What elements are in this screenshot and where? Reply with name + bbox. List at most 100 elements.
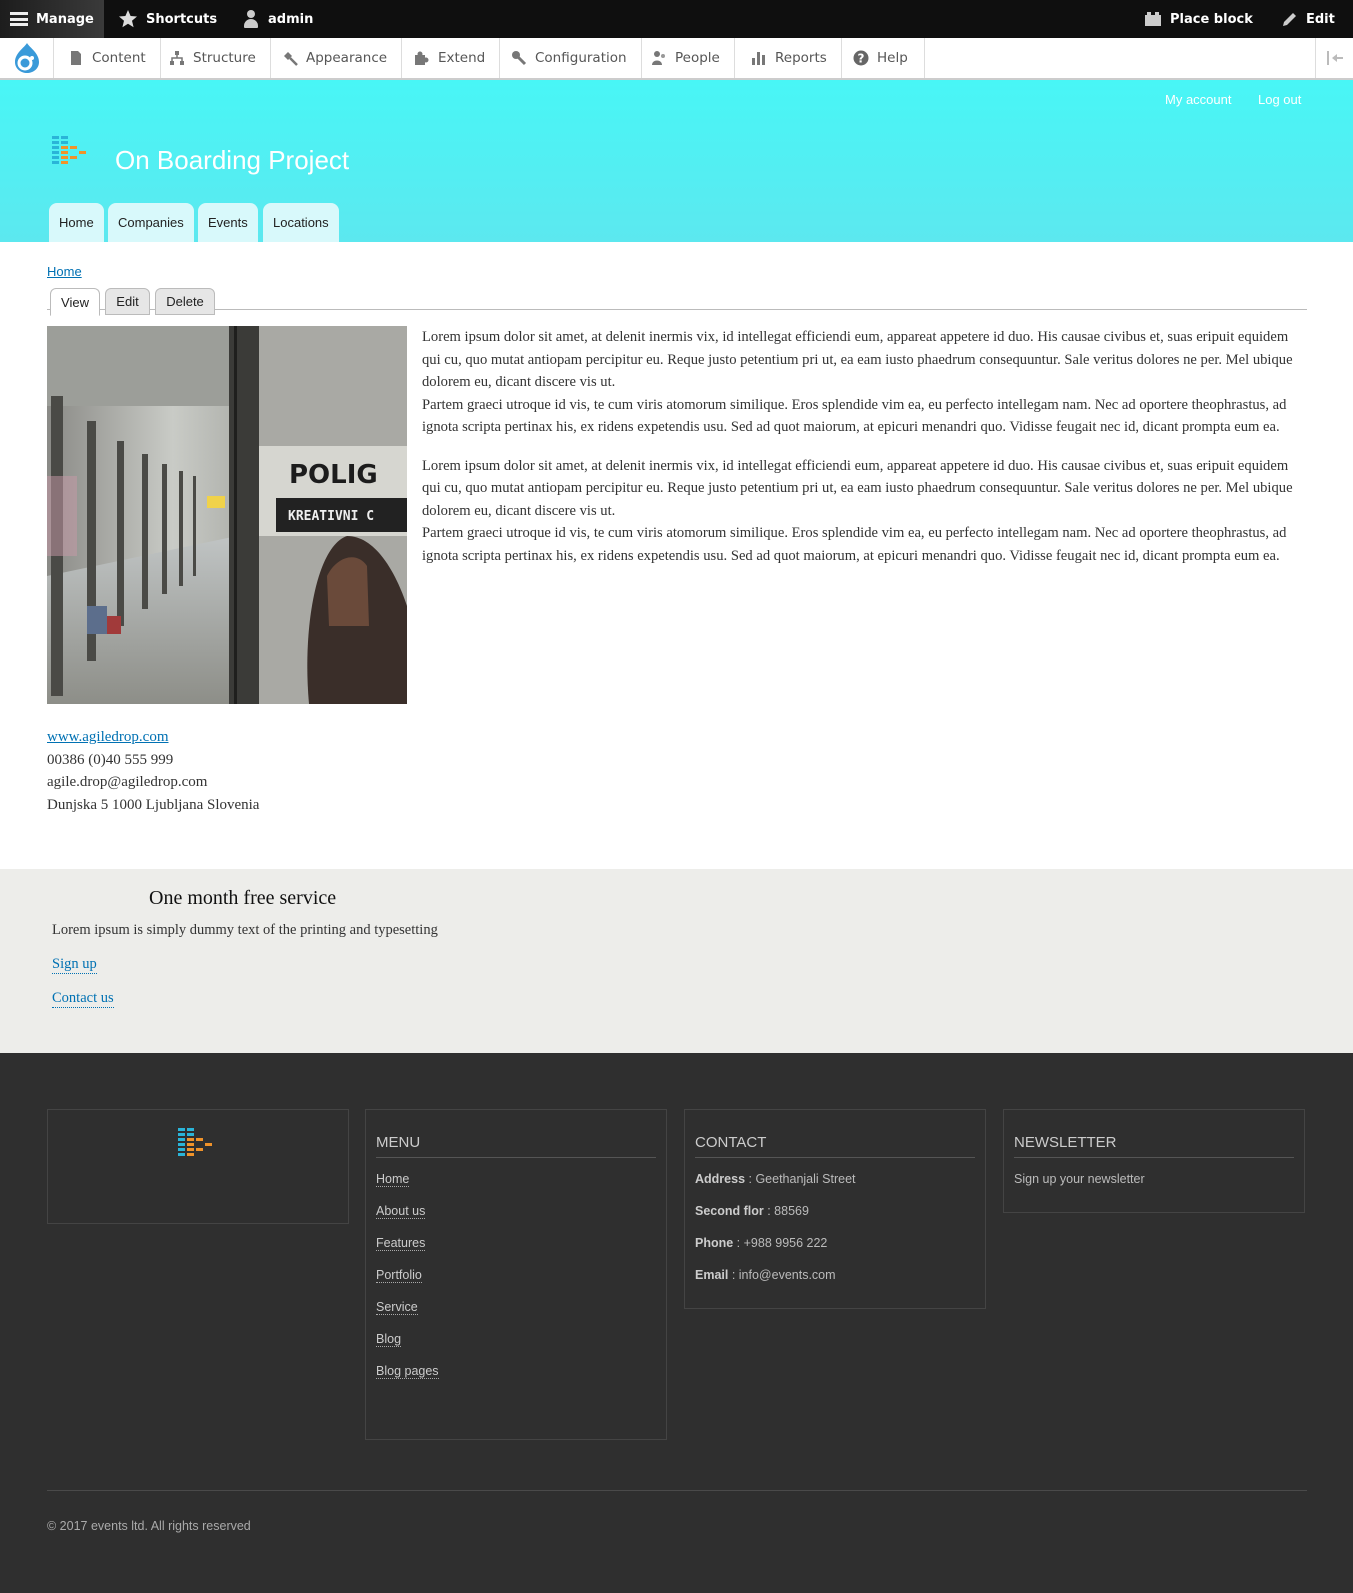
user-button[interactable]: admin [242, 0, 313, 38]
tab-view[interactable]: View [50, 288, 100, 316]
footer-newsletter-box: NEWSLETTER Sign up your newsletter [1003, 1109, 1305, 1213]
people-icon [652, 51, 665, 65]
sign-up-link[interactable]: Sign up [52, 956, 97, 974]
tray-item-structure[interactable]: Structure [155, 38, 271, 78]
body-paragraph: Lorem ipsum dolor sit amet, at delenit i… [422, 457, 1293, 564]
photo-sign-subtext: KREATIVNI C [288, 509, 374, 524]
footer-contact-box: CONTACT Address : Geethanjali Street Sec… [684, 1109, 986, 1309]
paintbrush-icon [284, 52, 298, 66]
footer-contact-phone: Phone : +988 9956 222 [695, 1236, 828, 1250]
admin-tray: Content Structure Appearance Extend Conf… [0, 38, 1353, 80]
tray-item-label: Content [92, 50, 146, 66]
tray-item-label: Configuration [535, 50, 627, 66]
edit-label: Edit [1306, 11, 1335, 27]
footer-contact-address: Address : Geethanjali Street [695, 1172, 856, 1186]
promo-section: One month free service Lorem ipsum is si… [0, 869, 1353, 1053]
promo-text: Lorem ipsum is simply dummy text of the … [52, 922, 438, 938]
place-block-label: Place block [1170, 11, 1253, 27]
user-icon [242, 10, 260, 28]
help-icon: ? [853, 50, 869, 66]
footer-link-about[interactable]: About us [376, 1204, 426, 1219]
shortcuts-label: Shortcuts [146, 11, 218, 27]
tray-item-label: Help [877, 50, 908, 66]
sitemap-icon [170, 51, 184, 65]
company-address: Dunjska 5 1000 Ljubljana Slovenia [47, 796, 260, 813]
tray-item-label: Structure [193, 50, 256, 66]
tray-item-label: People [675, 50, 720, 66]
tab-delete[interactable]: Delete [155, 288, 215, 315]
admin-toolbar: Manage Shortcuts admin Place block Edit [0, 0, 1353, 38]
tray-item-people[interactable]: People [637, 38, 735, 78]
main-content: Home View Edit Delete POLIG KREATIVNI C … [0, 242, 1353, 869]
contact-us-link[interactable]: Contact us [52, 990, 114, 1008]
footer-contact-floor: Second flor : 88569 [695, 1204, 809, 1218]
my-account-link[interactable]: My account [1165, 92, 1231, 107]
pencil-icon [1283, 12, 1296, 26]
collapse-arrow-icon [1326, 51, 1343, 65]
tray-item-label: Appearance [306, 50, 388, 66]
file-icon [71, 51, 81, 65]
manage-label: Manage [36, 11, 94, 27]
user-label: admin [268, 11, 314, 27]
manage-button[interactable]: Manage [0, 0, 104, 38]
footer-menu-title: MENU [376, 1134, 656, 1158]
drupal-home-link[interactable] [0, 38, 54, 78]
main-tab-events[interactable]: Events [198, 203, 258, 242]
footer-link-service[interactable]: Service [376, 1300, 418, 1315]
tray-item-content[interactable]: Content [54, 38, 161, 78]
footer-newsletter-title: NEWSLETTER [1014, 1134, 1294, 1158]
footer-menu-box: MENU Home About us Features Portfolio Se… [365, 1109, 667, 1440]
body-text: Lorem ipsum dolor sit amet, at delenit i… [422, 326, 1302, 583]
footer-link-blog-pages[interactable]: Blog pages [376, 1364, 439, 1379]
footer-link-portfolio[interactable]: Portfolio [376, 1268, 422, 1283]
footer-contact-title: CONTACT [695, 1134, 975, 1158]
company-photo: POLIG KREATIVNI C [47, 326, 407, 704]
shortcuts-button[interactable]: Shortcuts [118, 0, 217, 38]
tabs-divider [47, 309, 1307, 310]
site-footer: MENU Home About us Features Portfolio Se… [0, 1053, 1353, 1593]
footer-divider [47, 1490, 1307, 1491]
footer-link-home[interactable]: Home [376, 1172, 410, 1187]
edit-mode-button[interactable]: Edit [1281, 0, 1335, 38]
log-out-link[interactable]: Log out [1258, 92, 1301, 107]
company-email: agile.drop@agiledrop.com [47, 774, 208, 790]
copyright: © 2017 events ltd. All rights reserved [47, 1519, 251, 1533]
svg-text:?: ? [858, 52, 865, 66]
footer-logo[interactable] [178, 1128, 218, 1160]
tray-item-label: Extend [438, 50, 486, 66]
photo-sign-text: POLIG [289, 460, 378, 490]
company-website-link[interactable]: www.agiledrop.com [47, 729, 169, 745]
tray-item-reports[interactable]: Reports [737, 38, 842, 78]
main-tab-home[interactable]: Home [49, 203, 104, 242]
footer-contact-email: Email : info@events.com [695, 1268, 836, 1282]
site-logo[interactable] [52, 136, 92, 168]
puzzle-icon [415, 51, 429, 65]
main-tab-locations[interactable]: Locations [263, 203, 339, 242]
footer-link-features[interactable]: Features [376, 1236, 426, 1251]
tray-item-appearance[interactable]: Appearance [268, 38, 403, 78]
tray-item-help[interactable]: ? Help [839, 38, 925, 78]
footer-logo-box [47, 1109, 349, 1224]
site-header: My account Log out On Boarding Project H… [0, 80, 1353, 242]
main-tab-companies[interactable]: Companies [108, 203, 194, 242]
star-icon [119, 10, 137, 28]
footer-link-blog[interactable]: Blog [376, 1332, 402, 1347]
tray-orientation-toggle[interactable] [1315, 38, 1353, 78]
tab-edit[interactable]: Edit [105, 288, 150, 315]
promo-title: One month free service [149, 887, 337, 909]
block-icon [1145, 12, 1161, 26]
tray-item-configuration[interactable]: Configuration [497, 38, 642, 78]
company-contact-info: www.agiledrop.com 00386 (0)40 555 999 ag… [47, 726, 259, 816]
bar-chart-icon [752, 52, 765, 65]
tray-item-extend[interactable]: Extend [400, 38, 501, 78]
body-paragraph: Lorem ipsum dolor sit amet, at delenit i… [422, 329, 1293, 435]
hamburger-icon [10, 12, 28, 26]
footer-newsletter-text: Sign up your newsletter [1014, 1172, 1145, 1186]
company-phone: 00386 (0)40 555 999 [47, 751, 174, 768]
drupal-logo-icon [14, 43, 39, 73]
site-name[interactable]: On Boarding Project [115, 145, 349, 176]
tray-item-label: Reports [775, 50, 827, 66]
place-block-button[interactable]: Place block [1144, 0, 1253, 38]
wrench-icon [512, 51, 527, 66]
breadcrumb[interactable]: Home [47, 264, 82, 279]
